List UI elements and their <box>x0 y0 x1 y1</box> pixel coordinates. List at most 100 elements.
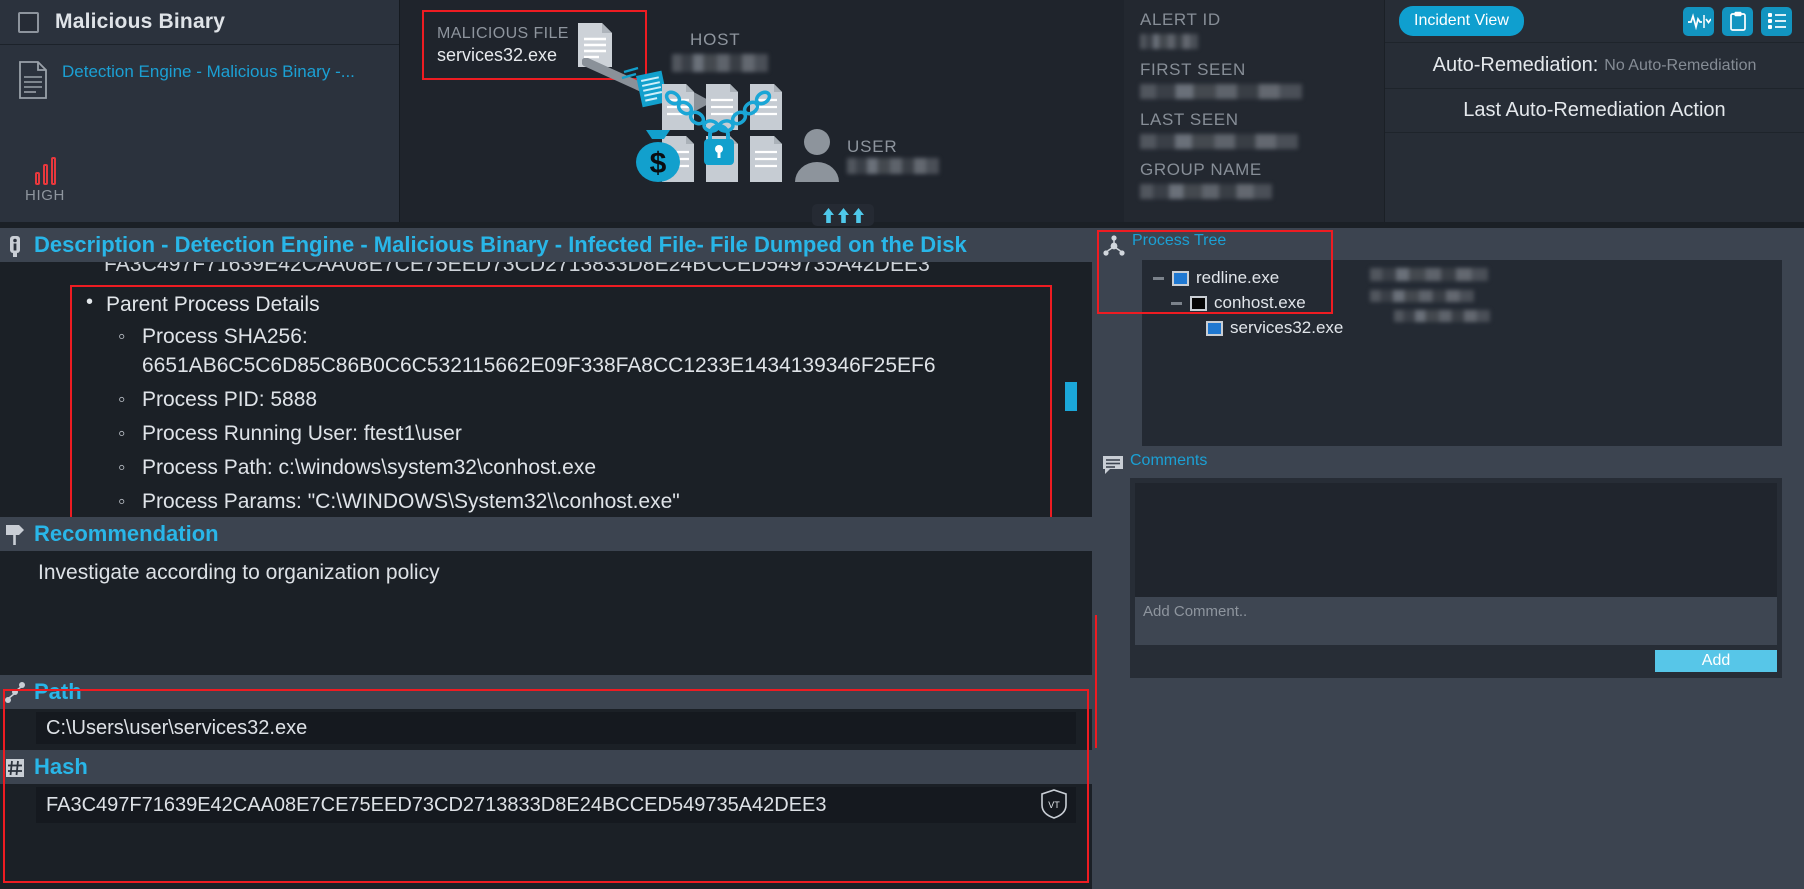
svg-text:VT: VT <box>1048 800 1060 810</box>
description-header: Description - Detection Engine - Malicio… <box>0 228 1092 262</box>
description-scrollbar-thumb[interactable] <box>1065 382 1077 411</box>
process-name: redline.exe <box>1196 268 1280 287</box>
up-arrow-icon <box>837 207 849 223</box>
last-seen-label: LAST SEEN <box>1140 110 1239 129</box>
toolbar-icon-group <box>1683 6 1792 36</box>
comments-header: Comments <box>1092 446 1804 476</box>
process-sha256-item: Process SHA256: 6651AB6C5C6D85C86B0C6C53… <box>106 322 1050 380</box>
alert-id-value-redacted <box>1140 34 1198 49</box>
malicious-file-label: MALICIOUS FILE <box>437 24 569 42</box>
process-sha256-value: 6651AB6C5C6D85C86B0C6C532115662E09F338FA… <box>142 354 936 377</box>
process-tree-node-services32[interactable]: services32.exe <box>1206 318 1782 338</box>
expand-story-arrows[interactable] <box>812 204 874 226</box>
up-arrow-icon <box>822 207 834 223</box>
auto-remediation-value: No Auto-Remediation <box>1604 56 1757 74</box>
process-tree-icon <box>1103 235 1125 256</box>
clipboard-icon[interactable] <box>1722 6 1753 36</box>
incident-view-button[interactable]: Incident View <box>1399 6 1524 36</box>
path-value[interactable]: C:\Users\user\services32.exe <box>36 712 1076 744</box>
comments-list <box>1135 483 1777 597</box>
process-running-user-item: Process Running User: ftest1\user <box>106 419 1050 448</box>
description-scroll-content: FA3C497F71639E42CAA08E7CE75EED73CD271383… <box>0 262 1092 517</box>
process-name: conhost.exe <box>1214 293 1306 312</box>
alert-id-label: ALERT ID <box>1140 10 1221 29</box>
process-params-item: Process Params: "C:\WINDOWS\System32\\co… <box>106 487 1050 516</box>
top-summary-band: Malicious Binary Detection Engine - Mali… <box>0 0 1804 226</box>
severity-indicator: HIGH <box>10 155 80 204</box>
first-seen-value-redacted <box>1140 84 1302 99</box>
ransom-money-bag-icon: $ <box>636 130 680 182</box>
hash-value-row[interactable]: FA3C497F71639E42CAA08E7CE75EED73CD271383… <box>36 787 1076 823</box>
first-seen-label: FIRST SEEN <box>1140 60 1246 79</box>
process-tree-header: Process Tree <box>1092 228 1804 257</box>
comment-bubble-icon <box>1103 456 1123 474</box>
alert-summary-card: Malicious Binary Detection Engine - Mali… <box>0 0 400 222</box>
comments-title: Comments <box>1130 452 1208 469</box>
auto-remediation-row: Auto-Remediation: No Auto-Remediation <box>1385 43 1804 89</box>
host-label: HOST <box>690 30 741 49</box>
add-comment-button[interactable]: Add <box>1655 650 1777 672</box>
incident-detail-screen: Malicious Binary Detection Engine - Mali… <box>0 0 1804 889</box>
up-arrow-icon <box>852 207 864 223</box>
host-value-redacted <box>672 54 768 72</box>
process-sha256-label: Process SHA256: <box>142 325 308 348</box>
last-seen-value-redacted <box>1140 134 1298 149</box>
comments-highlight-edge <box>1095 615 1097 748</box>
incident-panel-toolbar: Incident View <box>1385 0 1804 43</box>
last-auto-remediation-label: Last Auto-Remediation Action <box>1463 99 1726 121</box>
parent-process-details-label: Parent Process Details <box>106 293 320 316</box>
alert-card-header: Malicious Binary <box>0 0 399 45</box>
collapse-icon[interactable] <box>1152 272 1165 285</box>
user-value-redacted <box>847 158 939 174</box>
process-icon-black <box>1190 295 1207 311</box>
process-detail-redacted <box>1370 268 1488 281</box>
description-scrollbar[interactable] <box>1065 262 1077 517</box>
process-pid-item: Process PID: 5888 <box>106 385 1050 414</box>
alert-title: Malicious Binary <box>55 10 226 33</box>
comments-panel: Add <box>1130 478 1782 678</box>
side-column: Process Tree redline.exe conhost.exe ser… <box>1092 228 1804 889</box>
user-label: USER <box>847 137 898 156</box>
process-icon-blue <box>1172 270 1189 286</box>
group-name-value-redacted <box>1140 184 1272 199</box>
svg-text:$: $ <box>650 147 667 180</box>
info-icon <box>10 236 20 257</box>
process-icon-blue <box>1206 320 1223 336</box>
severity-bars-icon <box>10 155 80 185</box>
select-alert-checkbox[interactable] <box>18 11 39 33</box>
parent-process-details-item: Parent Process Details Process SHA256: 6… <box>72 291 1050 516</box>
severity-label: HIGH <box>25 187 65 204</box>
activity-dropdown-icon[interactable] <box>1683 6 1714 36</box>
comments-footer: Add <box>1135 645 1777 673</box>
collapse-icon[interactable] <box>1170 297 1183 310</box>
recommendation-text: Investigate according to organization po… <box>38 561 440 584</box>
recommendation-arrow-icon <box>6 525 24 545</box>
incident-actions-panel: Incident View Auto-Remediation: No Auto-… <box>1384 0 1804 222</box>
process-tree-panel: redline.exe conhost.exe services32.exe <box>1142 260 1782 446</box>
details-column: Description - Detection Engine - Malicio… <box>0 228 1092 889</box>
description-body: FA3C497F71639E42CAA08E7CE75EED73CD271383… <box>0 262 1092 517</box>
process-path-item: Process Path: c:\windows\system32\conhos… <box>106 453 1050 482</box>
alert-metadata-panel: ALERT ID FIRST SEEN LAST SEEN GROUP NAME <box>1124 0 1384 222</box>
process-detail-redacted <box>1370 290 1474 302</box>
add-comment-input[interactable] <box>1135 597 1777 645</box>
group-name-label: GROUP NAME <box>1140 160 1262 179</box>
last-auto-remediation-row[interactable]: Last Auto-Remediation Action <box>1385 89 1804 133</box>
recommendation-header: Recommendation <box>0 517 1092 551</box>
malicious-file-name: services32.exe <box>437 44 558 65</box>
virustotal-badge-icon[interactable]: VT <box>1040 789 1068 819</box>
process-tree-title: Process Tree <box>1132 232 1227 249</box>
process-detail-redacted <box>1394 310 1490 322</box>
main-content: Description - Detection Engine - Malicio… <box>0 228 1804 889</box>
document-icon <box>19 61 47 99</box>
parent-process-highlight: Parent Process Details Process SHA256: 6… <box>70 285 1052 517</box>
user-avatar-icon <box>795 129 839 182</box>
alert-detection-link[interactable]: Detection Engine - Malicious Binary -... <box>62 61 355 222</box>
recommendation-title: Recommendation <box>34 521 219 546</box>
attack-story-graphic: MALICIOUS FILE services32.exe HOST $ USE… <box>400 0 1124 226</box>
description-title: Description - Detection Engine - Malicio… <box>34 232 967 257</box>
hash-value: FA3C497F71639E42CAA08E7CE75EED73CD271383… <box>46 793 827 816</box>
auto-remediation-label: Auto-Remediation: <box>1432 54 1599 76</box>
checklist-icon[interactable] <box>1761 6 1792 36</box>
recommendation-body: Investigate according to organization po… <box>0 551 1092 675</box>
